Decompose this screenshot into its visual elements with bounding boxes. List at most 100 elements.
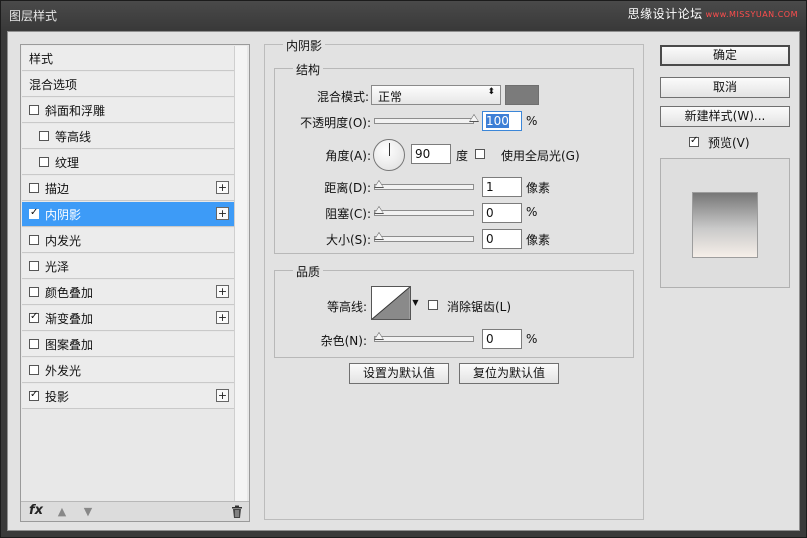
angle-input[interactable]: 90 (411, 144, 451, 164)
global-light-checkbox[interactable] (475, 149, 485, 159)
style-checkbox[interactable] (29, 183, 39, 193)
add-effect-icon[interactable]: + (216, 389, 229, 402)
new-style-button[interactable]: 新建样式(W)... (660, 106, 790, 127)
style-checkbox[interactable] (29, 287, 39, 297)
anti-alias-label: 消除锯齿(L) (447, 300, 512, 314)
style-list-footer: fx ▲ ▼ (21, 501, 249, 521)
add-effect-icon[interactable]: + (216, 311, 229, 324)
style-checkbox[interactable] (39, 157, 49, 167)
chevron-down-icon[interactable]: ▼ (411, 286, 420, 320)
style-list-item[interactable]: 等高线 (22, 124, 234, 149)
style-checkbox[interactable] (29, 389, 39, 401)
style-checkbox[interactable] (29, 339, 39, 349)
add-effect-icon[interactable]: + (216, 285, 229, 298)
style-checkbox[interactable] (29, 311, 39, 323)
size-slider[interactable] (374, 232, 474, 242)
style-list-item-label: 斜面和浮雕 (45, 103, 106, 118)
preview-thumbnail (692, 192, 758, 258)
distance-slider[interactable] (374, 180, 474, 190)
style-list-item[interactable]: 内阴影 + (22, 202, 234, 227)
add-effect-icon[interactable]: + (216, 181, 229, 194)
noise-slider[interactable] (374, 332, 474, 342)
title-bar: 图层样式 思缘设计论坛 www.MISSYUAN.COM (1, 1, 806, 30)
global-light-label: 使用全局光(G) (501, 149, 580, 163)
move-up-icon[interactable]: ▲ (55, 505, 69, 519)
blend-mode-select[interactable]: 正常 ⬍ (371, 85, 501, 105)
distance-value: 1 (486, 180, 494, 194)
move-down-icon[interactable]: ▼ (81, 505, 95, 519)
size-slider-thumb[interactable] (374, 232, 384, 240)
trash-icon[interactable] (231, 505, 243, 518)
style-list-item-label: 渐变叠加 (45, 311, 94, 326)
style-list-item-label: 颜色叠加 (45, 285, 94, 300)
quality-title: 品质 (293, 263, 324, 280)
style-checkbox[interactable] (29, 105, 39, 115)
set-default-button[interactable]: 设置为默认值 (349, 363, 449, 384)
style-list-scrollbar[interactable] (234, 46, 247, 504)
size-value: 0 (486, 232, 494, 246)
size-input[interactable]: 0 (482, 229, 522, 249)
noise-input[interactable]: 0 (482, 329, 522, 349)
choke-input[interactable]: 0 (482, 203, 522, 223)
style-list-item[interactable]: 样式 (22, 46, 234, 71)
ok-button[interactable]: 确定 (660, 45, 790, 66)
style-list-item[interactable]: 光泽 (22, 254, 234, 279)
anti-alias-checkbox[interactable] (428, 300, 438, 310)
style-checkbox[interactable] (29, 261, 39, 271)
reset-default-button[interactable]: 复位为默认值 (459, 363, 559, 384)
angle-label: 角度(A): (325, 149, 371, 163)
style-preview (660, 158, 790, 288)
choke-value: 0 (486, 206, 494, 220)
style-list-item-label: 内阴影 (45, 207, 82, 222)
watermark-text: 思缘设计论坛 (627, 7, 703, 21)
angle-dial[interactable] (373, 139, 405, 171)
opacity-label: 不透明度(O): (300, 116, 371, 130)
opacity-unit: % (526, 114, 538, 128)
structure-group: 结构 混合模式: 正常 ⬍ 不透明度(O): 100 % 角度(A): 90 度 … (274, 61, 634, 254)
style-list-item-label: 内发光 (45, 233, 82, 248)
style-list-item[interactable]: 渐变叠加 + (22, 306, 234, 331)
window-title: 图层样式 (9, 9, 58, 23)
inner-shadow-panel: 内阴影 结构 混合模式: 正常 ⬍ 不透明度(O): 100 % 角度(A): 9… (264, 37, 644, 520)
opacity-slider[interactable] (374, 114, 479, 124)
style-list-item-label: 样式 (29, 51, 54, 66)
style-list-item[interactable]: 纹理 (22, 150, 234, 175)
choke-label: 阻塞(C): (325, 207, 371, 221)
noise-value: 0 (486, 332, 494, 346)
choke-slider[interactable] (374, 206, 474, 216)
style-list-item-label: 光泽 (45, 259, 70, 274)
distance-input[interactable]: 1 (482, 177, 522, 197)
style-checkbox[interactable] (29, 235, 39, 245)
size-label: 大小(S): (325, 233, 371, 247)
preview-label: 预览(V) (708, 136, 750, 150)
noise-label: 杂色(N): (320, 334, 367, 348)
distance-unit: 像素 (526, 181, 551, 195)
style-checkbox[interactable] (39, 131, 49, 141)
shadow-color-swatch[interactable] (505, 85, 539, 105)
contour-preview[interactable] (371, 286, 411, 320)
opacity-value: 100 (486, 114, 509, 128)
style-list-item[interactable]: 图案叠加 (22, 332, 234, 357)
opacity-input[interactable]: 100 (482, 111, 522, 131)
noise-slider-thumb[interactable] (374, 332, 384, 340)
style-list-item[interactable]: 混合选项 (22, 72, 234, 97)
preview-checkbox[interactable] (689, 135, 699, 147)
style-list-item[interactable]: 描边 + (22, 176, 234, 201)
cancel-button[interactable]: 取消 (660, 77, 790, 98)
style-checkbox[interactable] (29, 365, 39, 375)
add-effect-icon[interactable]: + (216, 207, 229, 220)
style-list-item-label: 描边 (45, 181, 70, 196)
choke-slider-thumb[interactable] (374, 206, 384, 214)
style-list-item-label: 等高线 (55, 129, 92, 144)
style-list-item[interactable]: 颜色叠加 + (22, 280, 234, 305)
style-checkbox[interactable] (29, 207, 39, 219)
style-list-item[interactable]: 内发光 (22, 228, 234, 253)
style-list-item[interactable]: 斜面和浮雕 (22, 98, 234, 123)
fx-button[interactable]: fx (29, 503, 43, 518)
opacity-slider-thumb[interactable] (469, 114, 479, 122)
structure-title: 结构 (293, 61, 324, 78)
distance-slider-thumb[interactable] (374, 180, 384, 188)
dialog-body: 样式混合选项斜面和浮雕等高线纹理描边 + 内阴影 + 内发光光泽颜色叠加 + 渐变叠加 + 图案… (7, 31, 800, 531)
style-list-item[interactable]: 投影 + (22, 384, 234, 409)
style-list-item[interactable]: 外发光 (22, 358, 234, 383)
